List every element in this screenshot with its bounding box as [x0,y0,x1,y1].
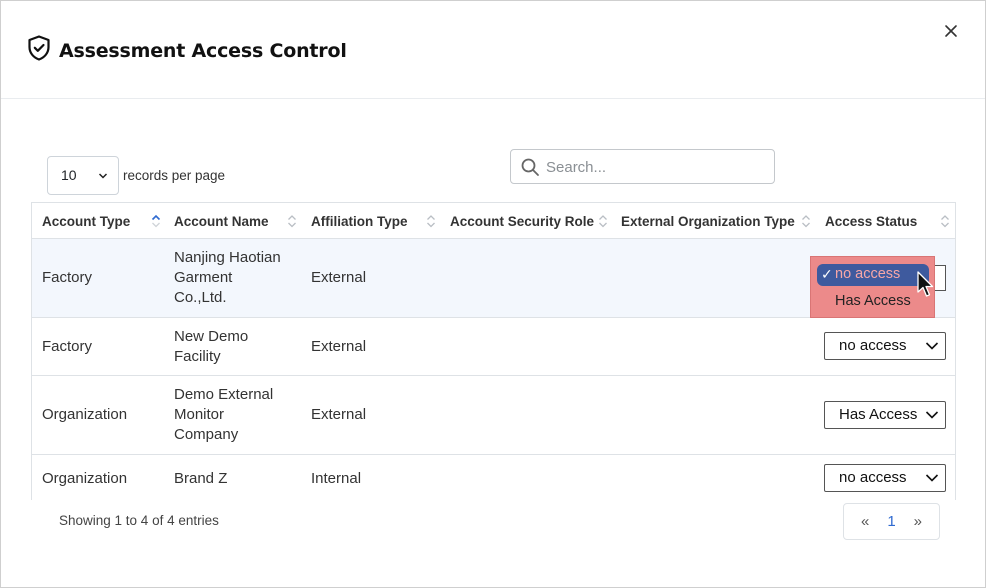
access-status-select[interactable]: no access [824,332,946,360]
search-input[interactable] [546,156,766,178]
chevron-down-icon [925,474,939,482]
col-header-security-role[interactable]: Account Security Role [450,203,594,239]
cell-affiliation: External [311,269,367,286]
access-status-value: Has Access [839,406,918,423]
next-page-button[interactable]: » [914,513,922,530]
cell-affiliation: External [311,338,367,355]
col-header-label: Account Security Role [450,214,595,229]
name-line: Nanjing Haotian [174,249,281,266]
modal-dialog: Assessment Access Control 10 records per… [0,0,986,588]
access-status-value: no access [839,337,907,354]
sort-icon[interactable] [426,213,436,229]
col-header-affiliation-type[interactable]: Affiliation Type [311,203,408,239]
modal-header: Assessment Access Control [1,1,985,99]
cell-account-type: Factory [42,269,93,286]
option-label: no access [835,266,901,282]
access-status-select[interactable]: Has Access [824,401,946,429]
search-icon [521,158,539,176]
access-status-value: no access [839,469,907,486]
table-header: Account Type Account Name Affiliation Ty… [32,202,955,239]
option-label: Has Access [835,293,911,309]
sort-icon[interactable] [801,213,811,229]
col-header-account-type[interactable]: Account Type [42,203,130,239]
cell-affiliation: Internal [311,470,362,487]
cell-account-name: Nanjing Haotian Garment Co.,Ltd. [174,248,281,308]
name-line: Monitor [174,406,225,423]
table-row: Organization Demo External Monitor Compa… [32,376,955,455]
close-button[interactable] [941,21,961,41]
cell-account-type: Organization [42,406,128,423]
name-line: Facility [174,348,221,365]
cell-affiliation: External [311,406,367,423]
name-line: Demo External [174,386,274,403]
prev-page-button[interactable]: « [861,513,869,530]
page-button-current[interactable]: 1 [887,513,895,530]
cell-account-name: Brand Z [174,470,228,487]
cell-account-type: Organization [42,470,128,487]
sort-icon[interactable] [598,213,608,229]
cell-account-name: Demo External Monitor Company [174,385,273,445]
access-table: Account Type Account Name Affiliation Ty… [31,202,956,500]
mouse-cursor-icon [917,271,934,297]
pagination: « 1 » [843,503,940,540]
search-box[interactable] [510,149,775,184]
title-wrap: Assessment Access Control [27,35,347,66]
col-header-ext-org-type[interactable]: External Organization Type [621,203,795,239]
chevron-down-icon [925,411,939,419]
chevron-down-icon [925,342,939,350]
page-length-label: records per page [123,168,226,183]
col-header-label: Access Status [825,214,918,229]
close-icon [945,25,957,37]
col-header-account-name[interactable]: Account Name [174,203,269,239]
sort-asc-icon[interactable] [151,213,161,229]
table-row: Organization Brand Z Internal no access [32,455,955,500]
sort-icon[interactable] [940,213,950,229]
page-length-select[interactable]: 10 [47,156,119,195]
page-length-value: 10 [61,167,77,183]
access-status-select-edge[interactable] [935,265,946,291]
col-header-label: Account Type [42,214,131,229]
chevron-down-icon [98,173,108,179]
col-header-label: Account Name [174,214,269,229]
table-row: Factory New Demo Facility External no ac… [32,318,955,376]
col-header-label: Affiliation Type [311,214,408,229]
name-line: Company [174,426,239,443]
shield-check-icon [27,35,51,66]
name-line: Co.,Ltd. [174,289,227,306]
check-icon: ✓ [821,266,833,282]
modal-title: Assessment Access Control [59,39,347,62]
cell-account-type: Factory [42,338,93,355]
sort-icon[interactable] [287,213,297,229]
dropdown-option-selected[interactable]: ✓ no access [817,264,929,286]
name-line: New Demo [174,328,249,345]
name-line: Garment [174,269,233,286]
cell-account-name: New Demo Facility [174,327,248,367]
col-header-access-status[interactable]: Access Status [825,203,917,239]
table-info: Showing 1 to 4 of 4 entries [59,513,219,528]
dropdown-option[interactable]: Has Access [835,293,911,309]
access-status-select[interactable]: no access [824,464,946,492]
col-header-label: External Organization Type [621,214,795,229]
